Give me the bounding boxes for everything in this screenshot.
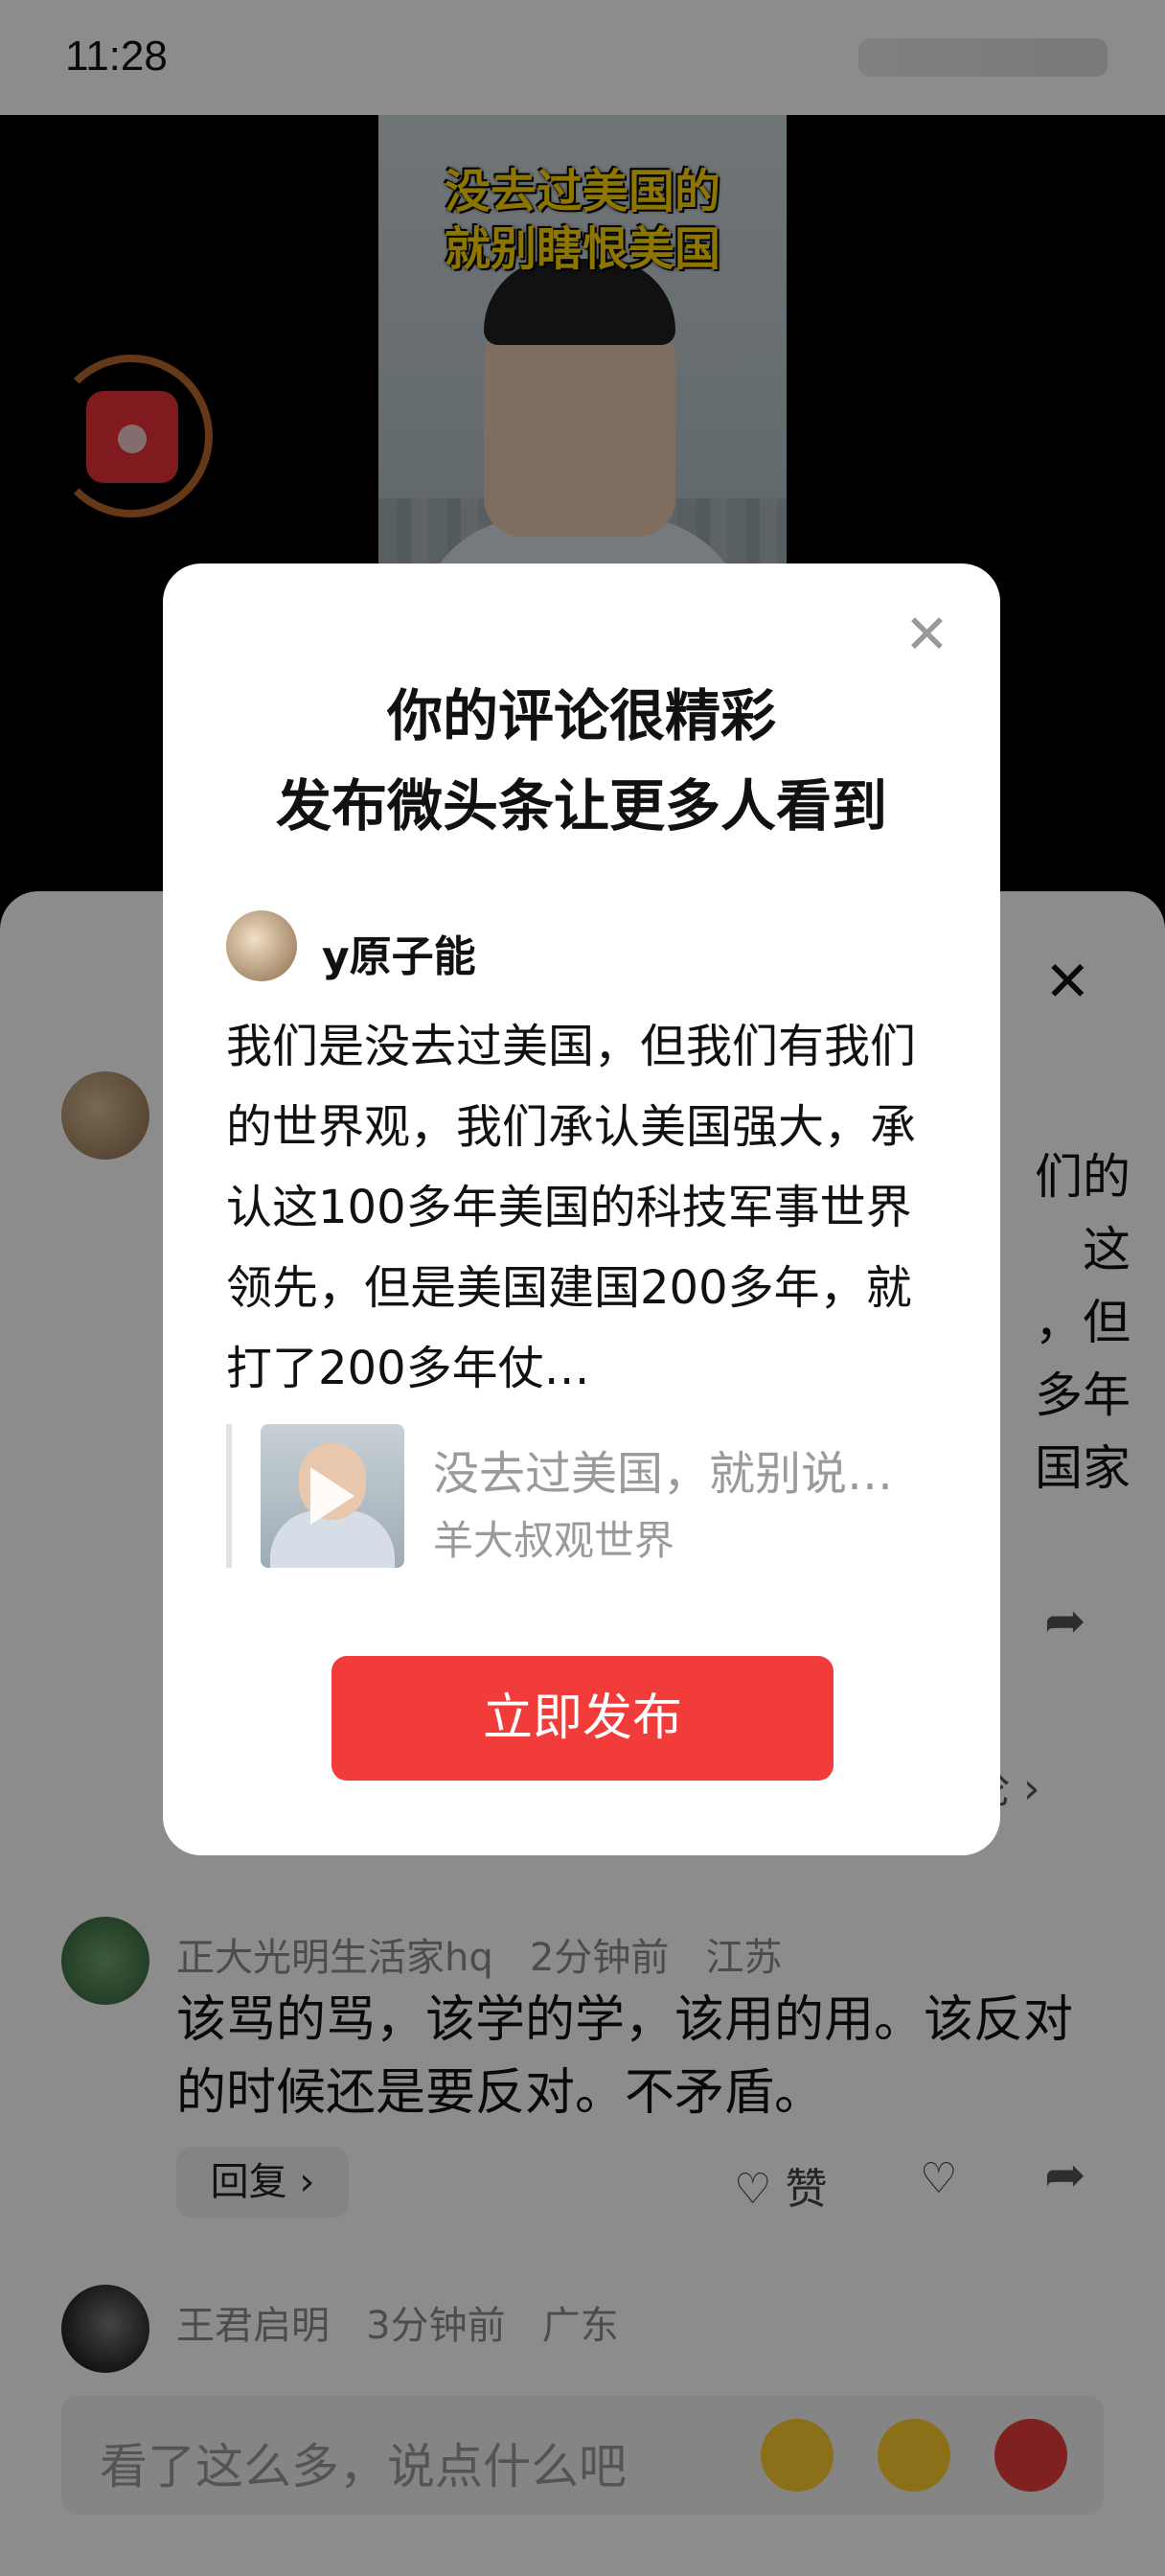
avatar [226,910,297,981]
dialog-title-line1: 你的评论很精彩 [386,683,776,748]
dialog-username: y原子能 [322,932,476,981]
play-icon [310,1467,354,1525]
quoted-video-title: 没去过美国，就别说… [433,1447,894,1501]
quoted-video-card[interactable]: 没去过美国，就别说… 羊大叔观世界 [226,1424,943,1568]
dialog-title-line2: 发布微头条让更多人看到 [275,773,887,839]
dialog-title: 你的评论很精彩 发布微头条让更多人看到 [163,671,1000,851]
publish-button[interactable]: 立即发布 [331,1656,834,1781]
publish-dialog: ✕ 你的评论很精彩 发布微头条让更多人看到 y原子能 我们是没去过美国，但我们有… [163,564,1000,1855]
dialog-comment-text: 我们是没去过美国，但我们有我们的世界观，我们承认美国强大，承认这100多年美国的… [226,1020,917,1395]
close-icon[interactable]: ✕ [904,604,949,666]
quoted-video-author: 羊大叔观世界 [433,1517,675,1564]
video-thumbnail [261,1424,404,1568]
